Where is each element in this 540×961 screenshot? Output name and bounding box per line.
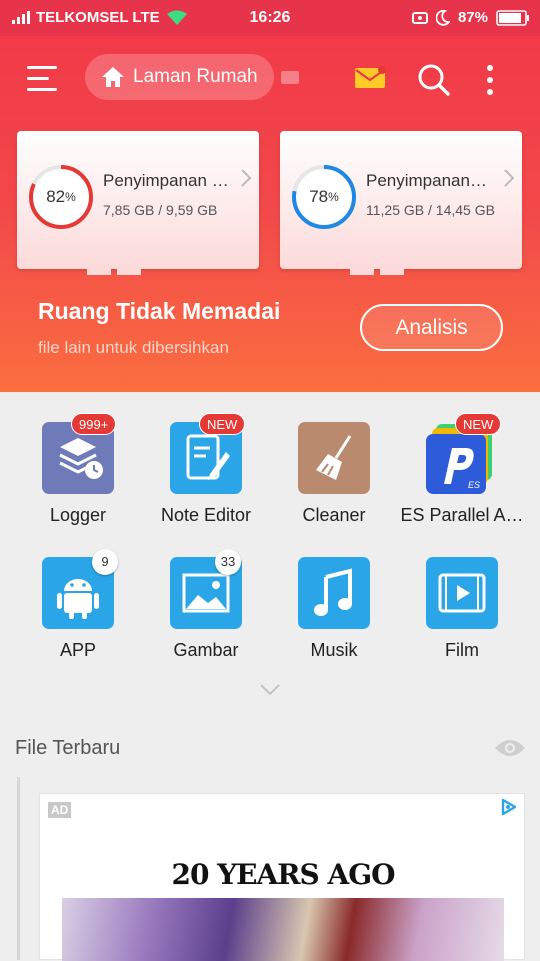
storage-card-sd[interactable]: 78% Penyimpanan… 11,25 GB / 14,45 GB	[280, 131, 522, 275]
app-images[interactable]: 33 Gambar	[141, 527, 271, 660]
app-music[interactable]: Musik	[269, 527, 399, 660]
home-location-label: Laman Rumah	[133, 66, 258, 87]
new-badge: NEW	[199, 413, 246, 435]
adchoices-icon[interactable]	[500, 798, 518, 816]
chat-icon	[281, 71, 299, 84]
eye-icon[interactable]	[494, 737, 526, 759]
app-label: ES Parallel A…	[400, 505, 524, 525]
chevron-right-icon	[504, 169, 514, 187]
new-badge: NEW	[455, 413, 502, 435]
home-location-button[interactable]: Laman Rumah	[85, 54, 274, 100]
mail-icon[interactable]	[355, 66, 386, 88]
battery-percent: 87%	[457, 9, 488, 26]
music-icon	[298, 557, 370, 629]
toolbar: Laman Rumah	[0, 54, 540, 104]
timeline-line	[17, 777, 20, 960]
storage-card-internal[interactable]: 82% Penyimpanan I… 7,85 GB / 9,59 GB	[17, 131, 259, 275]
count-badge: 33	[215, 549, 241, 575]
app-label: Film	[445, 640, 479, 660]
chevron-down-icon[interactable]	[260, 684, 280, 696]
app-logger[interactable]: 999+ Logger	[13, 392, 143, 525]
percent-sign: %	[65, 190, 76, 204]
app-label: Musik	[310, 640, 358, 660]
app-es-parallel[interactable]: ES NEW ES Parallel A…	[397, 392, 527, 525]
app-apk[interactable]: 9 APP	[13, 527, 143, 660]
app-film[interactable]: Film	[397, 527, 527, 660]
home-icon	[102, 67, 124, 87]
app-label: Cleaner	[302, 505, 366, 525]
more-options-icon[interactable]	[480, 62, 500, 96]
battery-icon	[496, 9, 529, 26]
ad-headline: 20 YEARS AGO	[171, 858, 395, 891]
count-badge: 999+	[71, 413, 117, 435]
app-note-editor[interactable]: NEW Note Editor	[141, 392, 271, 525]
app-label: APP	[59, 640, 97, 660]
count-badge: 9	[92, 549, 118, 575]
search-icon[interactable]	[418, 64, 450, 96]
app-label: Note Editor	[160, 505, 252, 525]
storage-usage: 11,25 GB / 14,45 GB	[366, 202, 495, 218]
ad-tag: AD	[48, 802, 72, 818]
storage-name: Penyimpanan I…	[103, 171, 233, 190]
app-cleaner[interactable]: Cleaner	[269, 392, 399, 525]
broom-icon	[298, 422, 370, 494]
storage-name: Penyimpanan…	[366, 171, 487, 190]
storage-percent: 78	[309, 187, 329, 206]
ad-banner[interactable]: AD 20 YEARS AGO	[39, 793, 525, 961]
analyze-button[interactable]: Analisis	[360, 304, 503, 351]
storage-percent: 82	[46, 187, 66, 206]
section-title: File Terbaru	[15, 737, 121, 759]
app-label: Gambar	[173, 640, 239, 660]
ad-image	[62, 898, 504, 961]
app-grid: 999+ Logger NEW Note Editor Cleaner ES N…	[0, 392, 540, 712]
storage-header: Laman Rumah 82% Penyimpanan I… 7,85 GB /…	[0, 36, 540, 392]
warning-title: Ruang Tidak Memadai	[38, 298, 281, 324]
data-saver-icon	[411, 11, 428, 24]
percent-sign: %	[328, 190, 339, 204]
film-icon	[426, 557, 498, 629]
status-bar: TELKOMSEL LTE 16:26 87%	[0, 0, 540, 36]
warning-subtitle: file lain untuk dibersihkan	[38, 338, 229, 357]
moon-icon	[435, 9, 450, 26]
storage-usage: 7,85 GB / 9,59 GB	[103, 202, 218, 218]
svg-text:ES: ES	[468, 480, 480, 490]
chevron-right-icon	[241, 169, 251, 187]
app-label: Logger	[49, 505, 107, 525]
menu-icon[interactable]	[27, 66, 57, 92]
